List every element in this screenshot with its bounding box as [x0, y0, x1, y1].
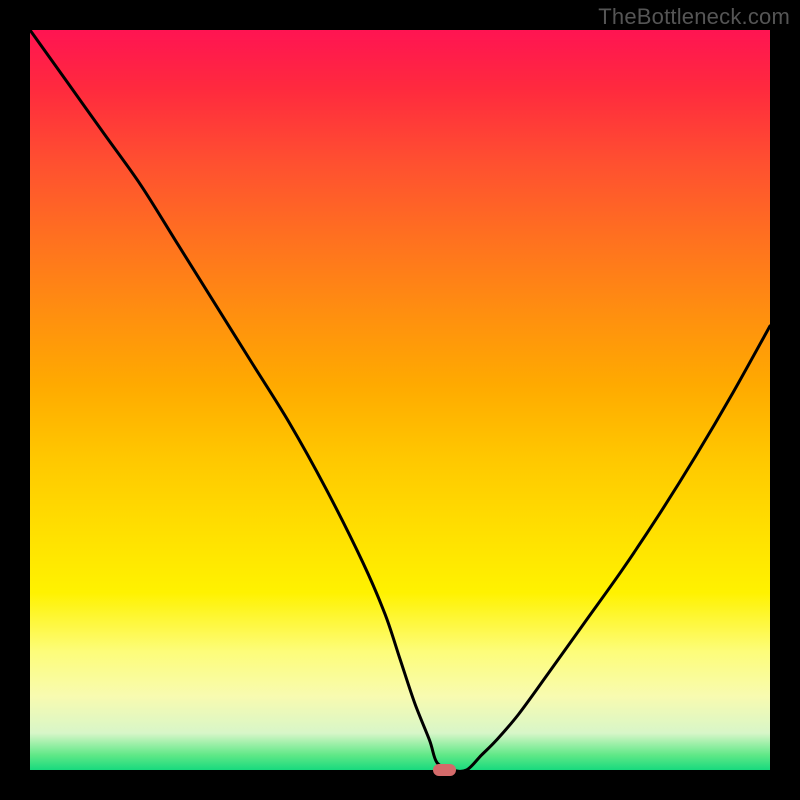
chart-curve-svg [30, 30, 770, 770]
optimal-point-marker [433, 764, 457, 776]
chart-plot-area [30, 30, 770, 770]
watermark-text: TheBottleneck.com [598, 4, 790, 30]
bottleneck-curve [30, 30, 770, 770]
